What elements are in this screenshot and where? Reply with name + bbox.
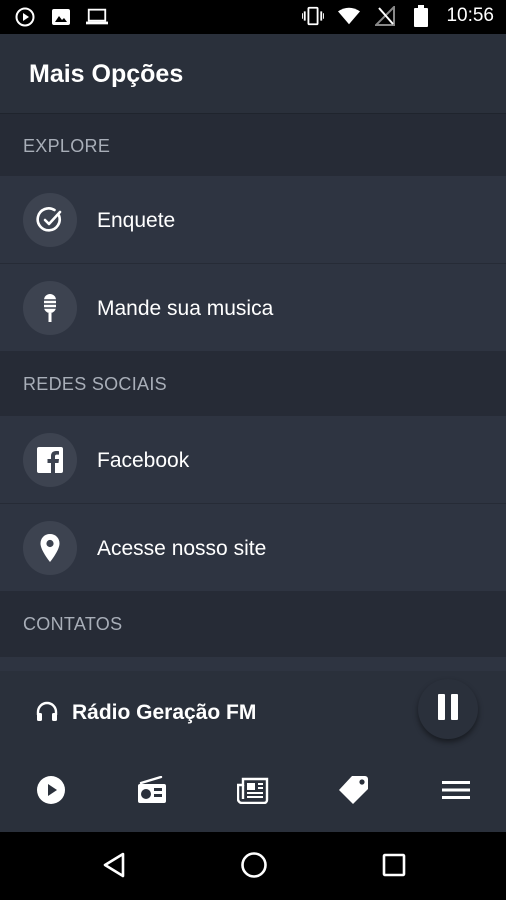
wifi-icon xyxy=(338,5,361,27)
laptop-icon xyxy=(86,6,108,28)
pause-button[interactable] xyxy=(418,679,478,739)
menu-item-acesse-nosso-site[interactable]: Acesse nosso site xyxy=(0,504,506,592)
check-circle-icon xyxy=(23,193,77,247)
menu-item-label: Enquete xyxy=(97,209,176,232)
system-navigation-bar xyxy=(0,832,506,900)
nav-menu-button[interactable] xyxy=(439,775,473,809)
page-title: Mais Opções xyxy=(29,60,184,88)
system-home-button[interactable] xyxy=(239,851,269,884)
facebook-icon xyxy=(23,433,77,487)
nav-tags-button[interactable] xyxy=(337,775,371,809)
microphone-icon xyxy=(23,281,77,335)
play-circle-icon xyxy=(14,6,36,28)
nav-radio-button[interactable] xyxy=(135,775,169,809)
pause-icon xyxy=(436,693,460,725)
recents-icon xyxy=(382,853,406,882)
menu-item-enquete[interactable]: Enquete xyxy=(0,176,506,264)
system-back-button[interactable] xyxy=(99,852,129,882)
menu-item-facebook[interactable]: Facebook xyxy=(0,416,506,504)
vibrate-icon xyxy=(302,5,325,27)
section-title-contatos: CONTATOS xyxy=(23,614,123,634)
nav-play-button[interactable] xyxy=(34,775,68,809)
app-screen: Mais Opções EXPLORE Enquete Mande sua mu… xyxy=(0,34,506,832)
system-recents-button[interactable] xyxy=(379,852,409,882)
tag-icon xyxy=(338,775,370,810)
now-playing-bar[interactable]: Rádio Geração FM xyxy=(0,671,506,755)
section-header-redes-sociais: REDES SOCIAIS xyxy=(0,352,506,414)
home-icon xyxy=(240,851,268,884)
station-name: Rádio Geração FM xyxy=(72,701,257,724)
battery-icon xyxy=(410,5,432,27)
menu-item-label: Acesse nosso site xyxy=(97,537,267,560)
status-time: 10:56 xyxy=(446,5,494,26)
section-title-redes-sociais: REDES SOCIAIS xyxy=(23,374,167,394)
no-signal-icon xyxy=(374,5,396,27)
menu-item-label: Mande sua musica xyxy=(97,297,274,320)
menu-item-mande-sua-musica[interactable]: Mande sua musica xyxy=(0,264,506,352)
bottom-navigation xyxy=(0,755,506,832)
section-header-explore: EXPLORE xyxy=(0,114,506,176)
status-bar: 10:56 xyxy=(0,0,506,34)
news-icon xyxy=(236,776,269,809)
menu-item-label: Facebook xyxy=(97,449,190,472)
section-header-contatos: CONTATOS xyxy=(0,592,506,658)
map-pin-icon xyxy=(23,521,77,575)
app-header: Mais Opções xyxy=(0,34,506,114)
menu-icon xyxy=(442,779,470,806)
back-icon xyxy=(102,852,126,883)
radio-icon xyxy=(137,775,167,809)
section-title-explore: EXPLORE xyxy=(23,136,111,156)
image-icon xyxy=(50,6,72,28)
nav-news-button[interactable] xyxy=(236,775,270,809)
play-icon xyxy=(36,775,66,810)
headphones-icon xyxy=(36,701,58,723)
